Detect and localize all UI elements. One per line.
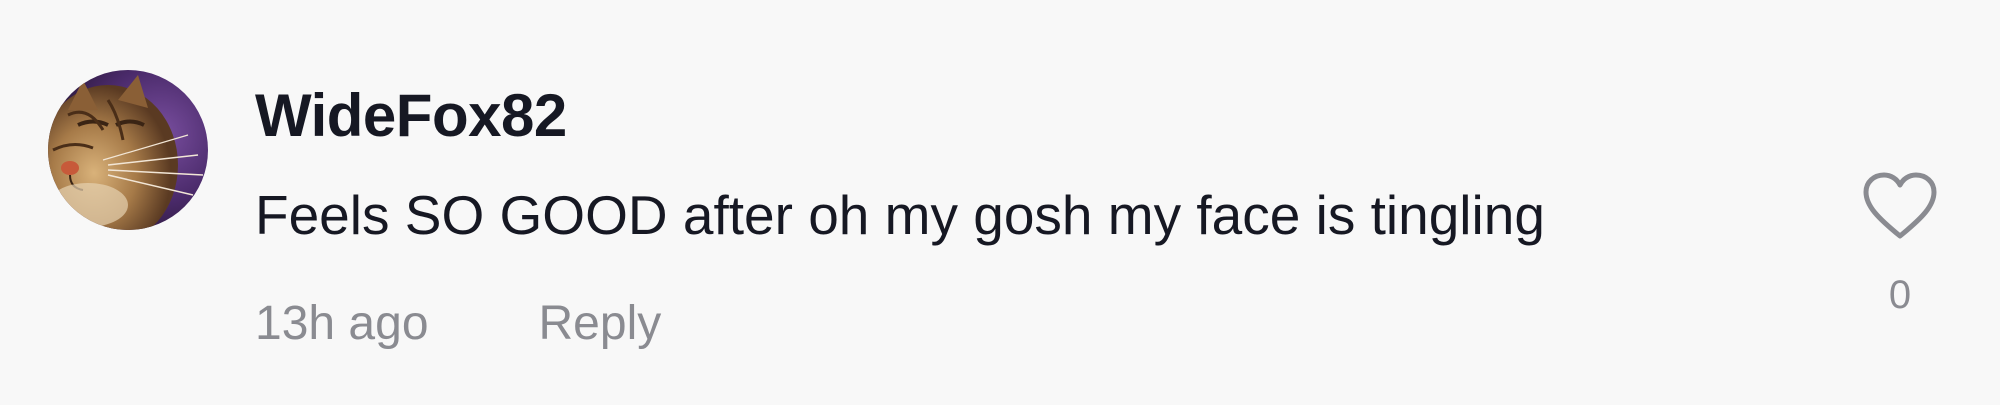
avatar[interactable] (48, 70, 208, 230)
comment-item: WideFox82 Feels SO GOOD after oh my gosh… (0, 0, 2000, 405)
timestamp: 13h ago (255, 296, 429, 350)
comment-text: Feels SO GOOD after oh my gosh my face i… (255, 184, 1545, 246)
like-control: 0 (1860, 170, 1940, 318)
heart-outline-icon[interactable] (1860, 170, 1940, 242)
like-count: 0 (1888, 273, 1912, 317)
username[interactable]: WideFox82 (255, 78, 567, 154)
cat-avatar-icon (48, 70, 208, 230)
reply-button[interactable]: Reply (539, 296, 662, 351)
comment-meta: 13h ago Reply (255, 290, 661, 356)
